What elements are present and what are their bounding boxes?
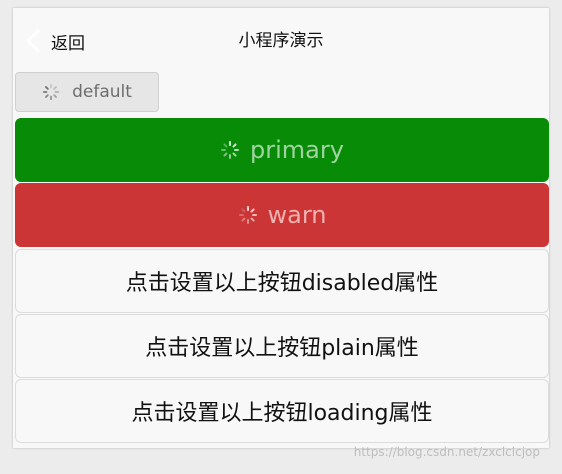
warn-button[interactable]: warn bbox=[15, 183, 549, 247]
toggle-disabled-button[interactable]: 点击设置以上按钮disabled属性 bbox=[15, 249, 549, 313]
default-button-label: default bbox=[72, 82, 132, 102]
loading-spinner-icon bbox=[42, 83, 60, 101]
primary-button[interactable]: primary bbox=[15, 118, 549, 182]
watermark-text: https://blog.csdn.net/zxclclcjop bbox=[353, 445, 540, 459]
toggle-plain-label: 点击设置以上按钮plain属性 bbox=[145, 336, 419, 361]
warn-button-label: warn bbox=[267, 201, 327, 229]
toggle-loading-button[interactable]: 点击设置以上按钮loading属性 bbox=[15, 379, 549, 443]
default-button[interactable]: default bbox=[15, 72, 159, 112]
app-frame: 返回 小程序演示 default primary warn 点击设置以上按钮di… bbox=[13, 8, 549, 448]
primary-button-label: primary bbox=[250, 136, 344, 164]
toggle-disabled-label: 点击设置以上按钮disabled属性 bbox=[125, 271, 439, 296]
toggle-loading-label: 点击设置以上按钮loading属性 bbox=[131, 401, 433, 426]
loading-spinner-icon bbox=[238, 206, 257, 224]
page-title: 小程序演示 bbox=[238, 31, 324, 51]
loading-spinner-icon bbox=[221, 141, 240, 159]
toggle-plain-button[interactable]: 点击设置以上按钮plain属性 bbox=[15, 314, 549, 378]
navigation-bar: 返回 小程序演示 bbox=[13, 8, 549, 68]
